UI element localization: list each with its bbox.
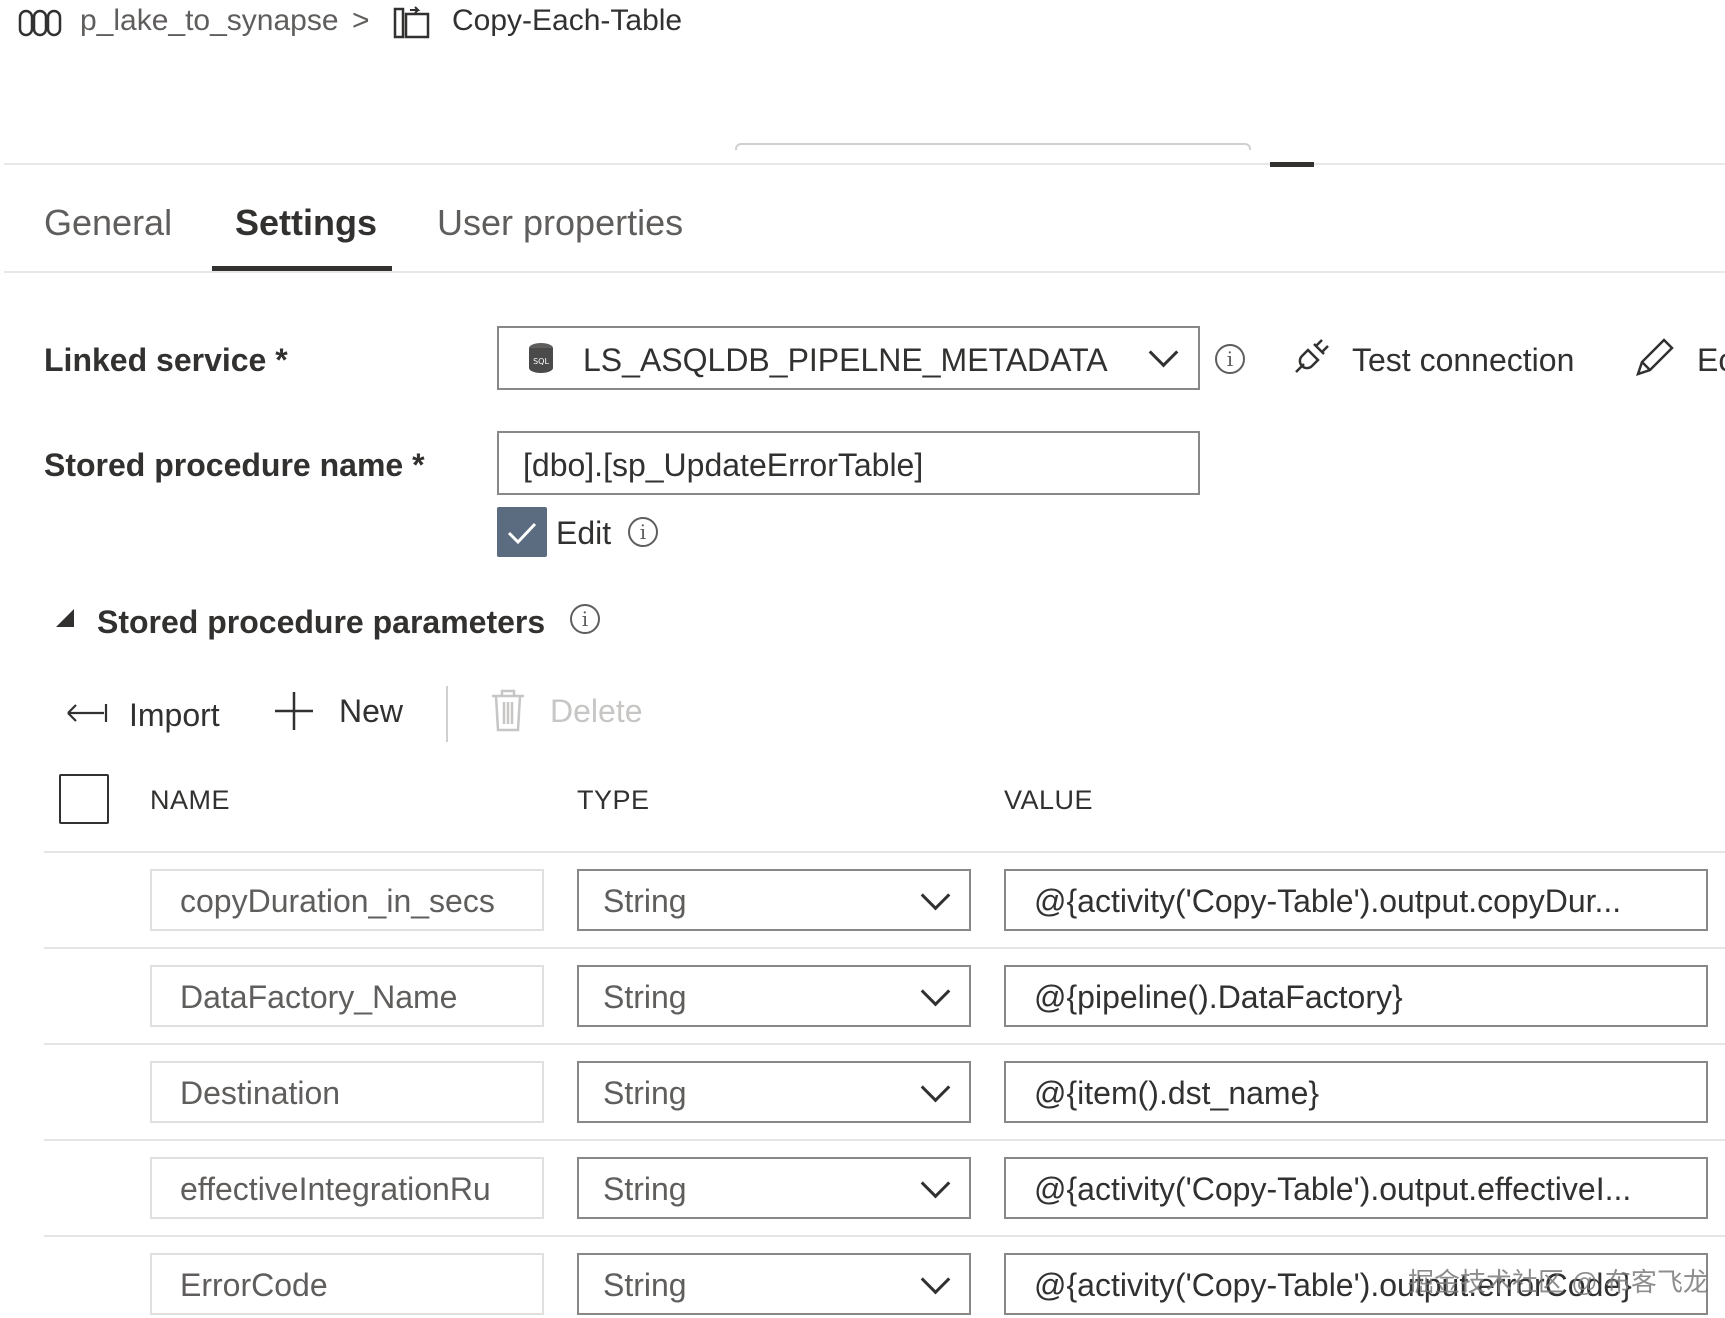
new-parameter-button[interactable]: New <box>339 693 403 730</box>
parameter-type-dropdown[interactable]: String <box>577 1253 971 1315</box>
parameter-name-field[interactable]: effectiveIntegrationRu <box>150 1157 544 1219</box>
tab-settings[interactable]: Settings <box>235 202 377 244</box>
chevron-down-icon <box>920 880 951 911</box>
parameter-value-field[interactable]: @{item().dst_name} <box>1004 1061 1708 1123</box>
parameter-type-dropdown[interactable]: String <box>577 869 971 931</box>
pipeline-icon <box>18 9 62 37</box>
parameter-name-field[interactable]: copyDuration_in_secs <box>150 869 544 931</box>
chevron-down-icon <box>920 1168 951 1199</box>
checkmark-icon <box>507 522 537 545</box>
chevron-down-icon <box>920 976 951 1007</box>
parameter-type-value: String <box>603 883 687 919</box>
plug-connection-icon[interactable] <box>1288 336 1332 380</box>
import-arrow-icon[interactable] <box>64 700 110 726</box>
stored-procedure-parameters-heading: Stored procedure parameters <box>97 604 546 640</box>
breadcrumb-separator: > <box>352 4 370 37</box>
breadcrumb-activity: Copy-Each-Table <box>452 4 683 37</box>
chevron-down-icon <box>920 1264 951 1295</box>
table-header-divider <box>44 851 1725 853</box>
info-icon[interactable]: i <box>1215 344 1245 374</box>
panel-grip[interactable] <box>1270 162 1314 167</box>
chevron-down-icon <box>920 1072 951 1103</box>
test-connection-button[interactable]: Test connection <box>1352 342 1574 379</box>
info-icon[interactable]: i <box>628 517 658 547</box>
edit-checkbox[interactable] <box>497 507 547 557</box>
delete-parameter-button: Delete <box>550 693 643 729</box>
breadcrumb: p_lake_to_synapse > Copy-Each-Table <box>0 0 1725 50</box>
import-button[interactable]: Import <box>129 697 220 734</box>
collapse-triangle-icon[interactable] <box>54 607 76 629</box>
sql-database-icon: SQL <box>529 343 553 373</box>
panel-resize-handle[interactable] <box>735 143 1251 150</box>
pencil-edit-icon[interactable] <box>1632 336 1676 380</box>
info-icon[interactable]: i <box>570 604 600 634</box>
parameter-name-field[interactable]: Destination <box>150 1061 544 1123</box>
foreach-activity-icon <box>393 6 430 39</box>
breadcrumb-pipeline-link[interactable]: p_lake_to_synapse <box>80 4 339 38</box>
column-header-type: TYPE <box>577 785 650 815</box>
tabs-divider <box>4 271 1725 273</box>
parameter-value-field[interactable]: @{pipeline().DataFactory} <box>1004 965 1708 1027</box>
trash-icon <box>492 689 524 732</box>
tab-user-properties[interactable]: User properties <box>437 202 683 244</box>
parameter-type-value: String <box>603 1075 687 1111</box>
stored-procedure-name-input[interactable]: [dbo].[sp_UpdateErrorTable] <box>497 431 1200 495</box>
edit-linked-service-button[interactable]: Ec <box>1697 342 1725 379</box>
chevron-down-icon <box>1148 337 1179 368</box>
table-row-divider <box>44 1235 1725 1237</box>
watermark-text: 掘金技术社区 @ 布客飞龙 <box>1408 1267 1709 1297</box>
table-row-divider <box>44 1043 1725 1045</box>
linked-service-label: Linked service * <box>44 342 288 378</box>
parameter-type-dropdown[interactable]: String <box>577 1061 971 1123</box>
linked-service-dropdown[interactable]: SQL LS_ASQLDB_PIPELNE_METADATA <box>497 326 1200 390</box>
column-header-value: VALUE <box>1004 785 1094 815</box>
parameter-value-field[interactable]: @{activity('Copy-Table').output.copyDur.… <box>1004 869 1708 931</box>
stored-procedure-name-label: Stored procedure name * <box>44 447 425 483</box>
select-all-checkbox[interactable] <box>59 774 109 824</box>
panel-top-divider <box>4 163 1725 165</box>
plus-icon[interactable] <box>273 690 315 732</box>
column-header-name: NAME <box>150 785 231 815</box>
linked-service-value: LS_ASQLDB_PIPELNE_METADATA <box>583 342 1108 378</box>
parameter-type-value: String <box>603 1267 687 1303</box>
toolbar-divider <box>446 686 448 742</box>
stored-procedure-name-value: [dbo].[sp_UpdateErrorTable] <box>523 447 924 483</box>
tab-general[interactable]: General <box>44 202 172 244</box>
table-row-divider <box>44 1139 1725 1141</box>
parameter-name-field[interactable]: DataFactory_Name <box>150 965 544 1027</box>
parameter-name-field[interactable]: ErrorCode <box>150 1253 544 1315</box>
parameter-value-field[interactable]: @{activity('Copy-Table').output.effectiv… <box>1004 1157 1708 1219</box>
edit-checkbox-label: Edit <box>556 515 612 551</box>
svg-text:SQL: SQL <box>533 357 549 366</box>
parameter-type-value: String <box>603 1171 687 1207</box>
parameter-type-value: String <box>603 979 687 1015</box>
parameter-type-dropdown[interactable]: String <box>577 1157 971 1219</box>
parameter-type-dropdown[interactable]: String <box>577 965 971 1027</box>
table-row-divider <box>44 947 1725 949</box>
